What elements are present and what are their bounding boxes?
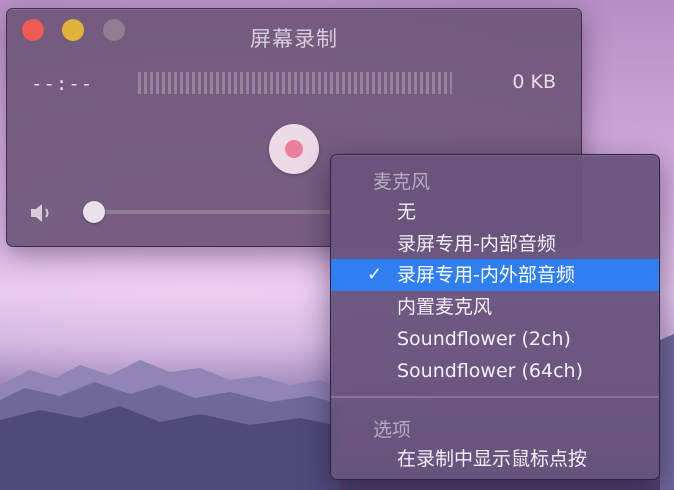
menu-item-label: Soundflower (2ch) <box>397 328 571 350</box>
menu-item-label: 录屏专用-内部音频 <box>397 233 556 255</box>
menu-item-label: 录屏专用-内外部音频 <box>397 264 575 286</box>
file-size: 0 KB <box>512 71 556 93</box>
option-show-mouse-clicks[interactable]: 在录制中显示鼠标点按 <box>331 443 659 475</box>
audio-level-meter <box>138 72 452 94</box>
options-header: 选项 <box>373 419 412 441</box>
mic-item-internal-external-audio[interactable]: ✓ 录屏专用-内外部音频 <box>331 259 659 291</box>
options-menu: 麦克风 无 录屏专用-内部音频 ✓ 录屏专用-内外部音频 内置麦克风 Sound… <box>330 154 660 480</box>
elapsed-time: --:-- <box>31 73 94 95</box>
volume-slider[interactable] <box>83 210 333 214</box>
menu-item-label: 内置麦克风 <box>397 296 493 318</box>
mic-item-soundflower-2ch[interactable]: Soundflower (2ch) <box>331 323 659 355</box>
menu-item-label: 在录制中显示鼠标点按 <box>397 448 588 470</box>
menu-divider <box>331 396 659 398</box>
mic-item-internal-audio[interactable]: 录屏专用-内部音频 <box>331 228 659 260</box>
menu-item-label: 无 <box>397 201 417 223</box>
speaker-icon <box>31 204 49 222</box>
mic-item-none[interactable]: 无 <box>331 196 659 228</box>
menu-item-label: Soundflower (64ch) <box>397 360 583 382</box>
window-title: 屏幕录制 <box>250 27 338 51</box>
mic-item-soundflower-64ch[interactable]: Soundflower (64ch) <box>331 355 659 387</box>
record-dot-icon <box>285 140 303 158</box>
checkmark-icon: ✓ <box>367 264 383 285</box>
mic-item-builtin-microphone[interactable]: 内置麦克风 <box>331 291 659 323</box>
record-button[interactable] <box>269 124 319 174</box>
volume-knob[interactable] <box>82 201 105 223</box>
microphone-header: 麦克风 <box>373 171 431 193</box>
